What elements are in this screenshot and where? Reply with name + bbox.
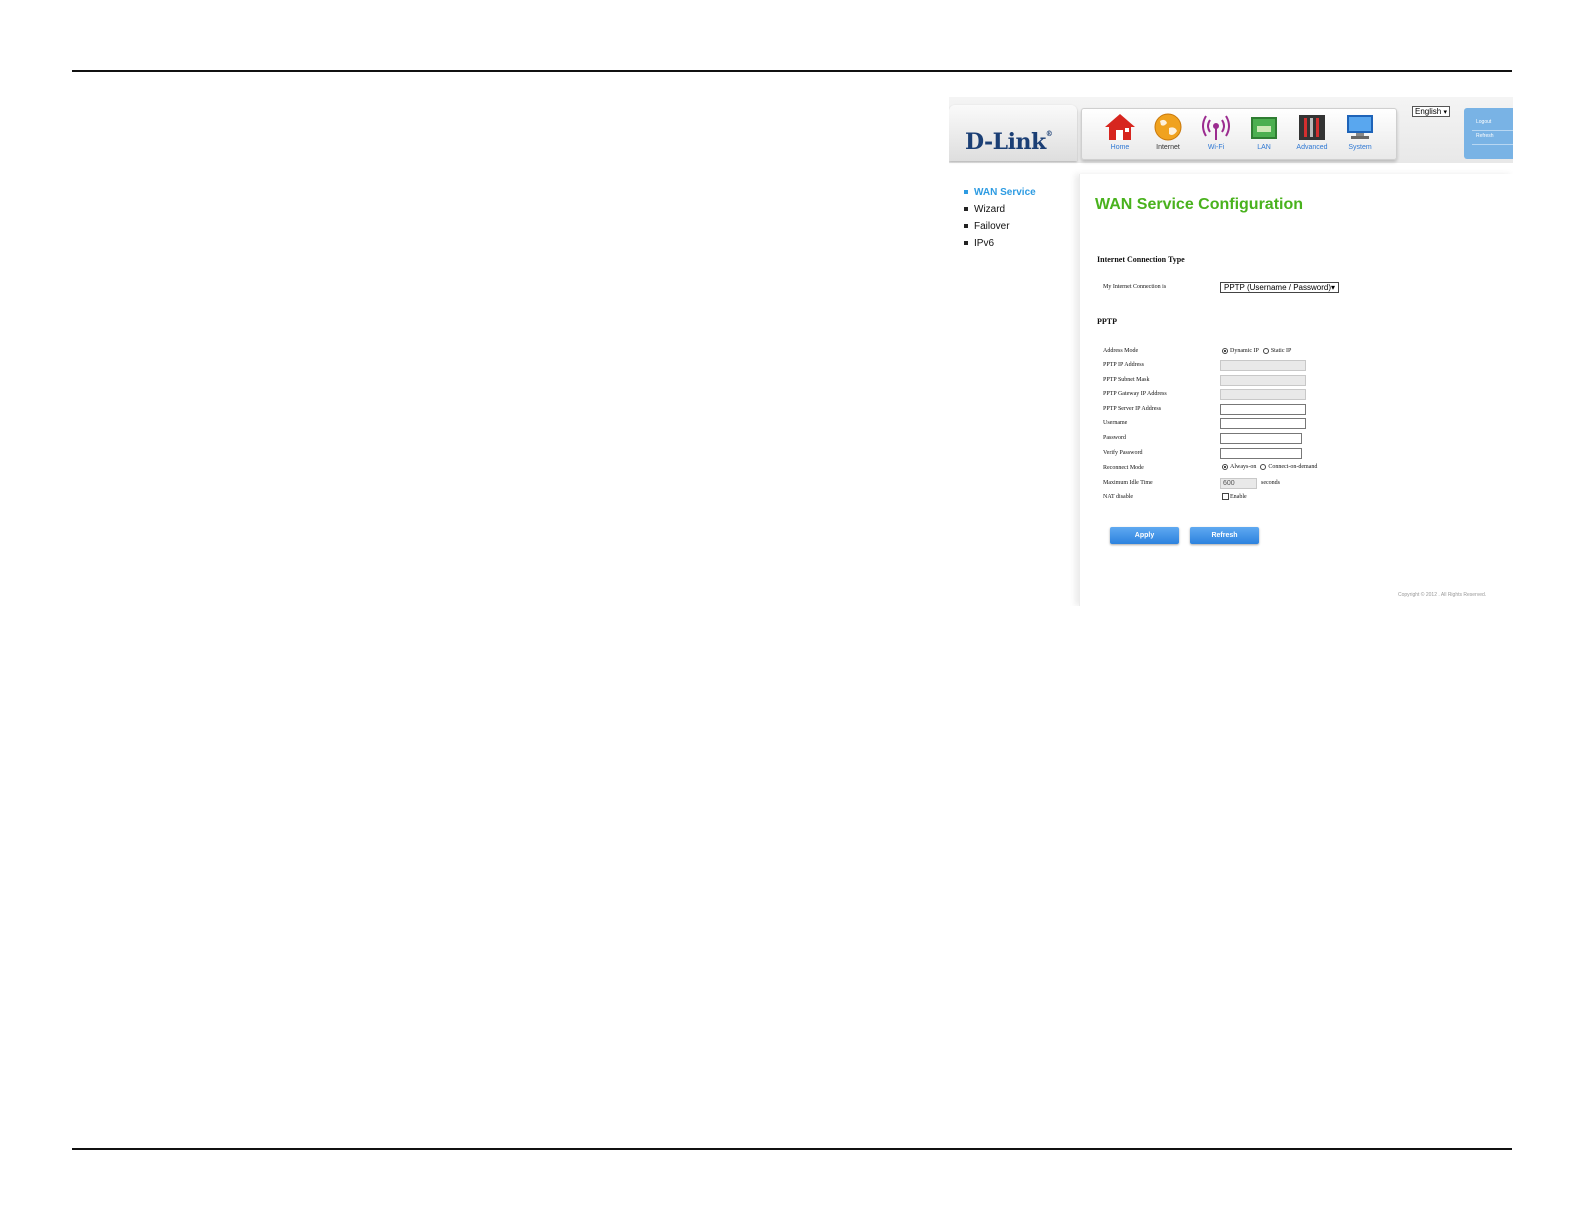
chevron-down-icon: ▾ [1443, 108, 1447, 116]
user-box-divider-2 [1472, 144, 1513, 145]
user-box: Logout Refresh [1464, 108, 1513, 159]
nav-internet[interactable]: Internet [1146, 112, 1190, 158]
pptp-server-label: PPTP Server IP Address [1103, 406, 1162, 412]
language-value: English [1415, 107, 1442, 116]
pptp-gateway-input[interactable] [1220, 389, 1306, 400]
nat-disable-label: NAT disable [1103, 494, 1134, 500]
always-on-radio[interactable] [1222, 464, 1228, 470]
nav-home[interactable]: Home [1098, 112, 1142, 158]
sidebar-item-wan-service[interactable]: WAN Service [964, 184, 1036, 201]
wifi-icon [1202, 115, 1230, 140]
monitor-icon [1347, 115, 1373, 139]
pptp-ip-input[interactable] [1220, 360, 1306, 371]
section-connection-type: Internet Connection Type [1097, 255, 1185, 264]
max-idle-input[interactable]: 600 [1220, 478, 1257, 489]
router-ui-screenshot: D-Link® Home Internet Wi-Fi LAN Advanced… [949, 97, 1513, 606]
verify-password-label: Verify Password [1103, 450, 1143, 456]
nav-wifi-label: Wi-Fi [1207, 144, 1225, 151]
dynamic-ip-radio[interactable] [1222, 348, 1228, 354]
header-refresh-link[interactable]: Refresh [1476, 133, 1494, 139]
connect-on-demand-radio[interactable] [1260, 464, 1267, 470]
pptp-subnet-label: PPTP Subnet Mask [1103, 377, 1150, 383]
language-select[interactable]: English ▾ [1412, 106, 1450, 117]
connect-on-demand-label: Connect-on-demand [1268, 464, 1318, 470]
nav-advanced[interactable]: Advanced [1290, 112, 1334, 158]
brand-logo: D-Link® [965, 129, 1053, 155]
nav-lan-label: LAN [1257, 144, 1271, 151]
nat-enable-row: Enable [1222, 493, 1247, 500]
pptp-subnet-input[interactable] [1220, 375, 1306, 386]
sidebar: WAN Service Wizard Failover IPv6 [964, 184, 1036, 252]
pptp-ip-label: PPTP IP Address [1103, 362, 1144, 368]
nav-lan[interactable]: LAN [1242, 112, 1286, 158]
nav-home-label: Home [1110, 144, 1130, 151]
main-content: WAN Service Configuration Internet Conne… [1079, 174, 1513, 606]
sidebar-item-failover[interactable]: Failover [964, 218, 1036, 235]
apply-button[interactable]: Apply [1110, 527, 1179, 544]
top-rule [72, 70, 1512, 72]
nav-system-label: System [1348, 144, 1372, 151]
address-mode-label: Address Mode [1103, 348, 1139, 354]
connection-label: My Internet Connection is [1103, 284, 1167, 290]
nav-wifi[interactable]: Wi-Fi [1194, 112, 1238, 158]
globe-icon [1154, 113, 1182, 141]
username-label: Username [1103, 420, 1128, 426]
dynamic-ip-label: Dynamic IP [1230, 348, 1259, 354]
sidebar-item-wizard[interactable]: Wizard [964, 201, 1036, 218]
reconnect-mode-radios: Always-on Connect-on-demand [1222, 464, 1317, 470]
password-input[interactable] [1220, 433, 1302, 444]
connection-type-value: PPTP (Username / Password) [1224, 283, 1331, 292]
username-input[interactable] [1220, 418, 1306, 429]
verify-password-input[interactable] [1220, 448, 1302, 459]
tools-icon [1299, 115, 1325, 140]
bottom-rule [72, 1148, 1512, 1150]
address-mode-radios: Dynamic IP Static IP [1222, 348, 1291, 354]
logout-link[interactable]: Logout [1476, 119, 1491, 125]
connection-type-select[interactable]: PPTP (Username / Password) ▾ [1220, 282, 1339, 293]
brand-text: D-Link [965, 129, 1046, 155]
nav-advanced-label: Advanced [1296, 144, 1328, 151]
home-icon [1105, 114, 1135, 140]
nat-enable-checkbox[interactable] [1222, 493, 1229, 500]
pptp-gateway-label: PPTP Gateway IP Address [1103, 391, 1167, 397]
nav-system[interactable]: System [1338, 112, 1382, 158]
nat-enable-label: Enable [1230, 493, 1247, 500]
chevron-down-icon: ▾ [1330, 283, 1335, 292]
user-box-divider [1472, 130, 1513, 131]
nav-internet-label: Internet [1156, 144, 1180, 151]
registered-mark: ® [1045, 129, 1053, 138]
static-ip-label: Static IP [1270, 348, 1292, 354]
copyright-text: Copyright © 2012 . All Rights Reserved. [1398, 592, 1487, 598]
top-nav: Home Internet Wi-Fi LAN Advanced System [1081, 108, 1397, 160]
static-ip-radio[interactable] [1262, 348, 1269, 354]
logo-tab: D-Link® [949, 105, 1077, 161]
max-idle-unit: seconds [1261, 480, 1280, 486]
max-idle-label: Maximum Idle Time [1103, 480, 1153, 486]
lan-icon [1251, 117, 1277, 139]
refresh-button[interactable]: Refresh [1190, 527, 1259, 544]
page-title: WAN Service Configuration [1095, 196, 1304, 213]
sidebar-item-ipv6[interactable]: IPv6 [964, 235, 1036, 252]
section-pptp: PPTP [1097, 317, 1117, 326]
password-label: Password [1103, 435, 1127, 441]
always-on-label: Always-on [1230, 464, 1257, 470]
pptp-server-input[interactable] [1220, 404, 1306, 415]
reconnect-mode-label: Reconnect Mode [1103, 465, 1144, 471]
